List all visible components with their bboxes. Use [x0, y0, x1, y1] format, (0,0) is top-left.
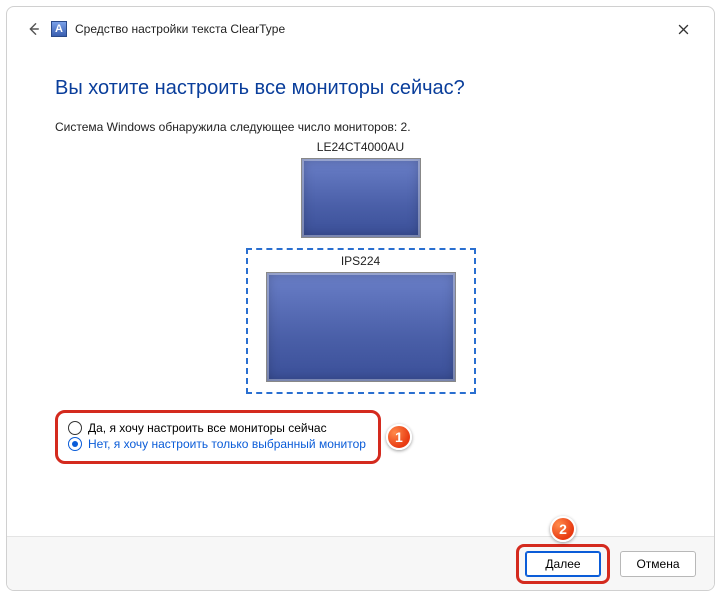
annotation-marker-2: 2 — [550, 516, 576, 542]
annotation-marker-1: 1 — [386, 424, 412, 450]
cancel-button[interactable]: Отмена — [620, 551, 696, 577]
back-arrow-icon[interactable] — [25, 21, 41, 37]
monitor-list: LE24CT4000AU IPS224 — [55, 140, 666, 394]
option-label: Нет, я хочу настроить только выбранный м… — [88, 437, 366, 451]
monitor-icon — [266, 272, 456, 382]
radio-icon — [68, 421, 82, 435]
monitor-item[interactable]: LE24CT4000AU — [301, 140, 421, 238]
page-heading: Вы хотите настроить все мониторы сейчас? — [55, 77, 666, 100]
close-button[interactable] — [662, 15, 704, 43]
radio-icon — [68, 437, 82, 451]
titlebar: A Средство настройки текста ClearType — [7, 7, 714, 51]
page-subtext: Система Windows обнаружила следующее чис… — [55, 120, 666, 134]
wizard-window: A Средство настройки текста ClearType Вы… — [6, 6, 715, 591]
option-tune-selected[interactable]: Нет, я хочу настроить только выбранный м… — [68, 437, 366, 451]
monitor-label: IPS224 — [266, 254, 456, 268]
content-area: Вы хотите настроить все мониторы сейчас?… — [7, 51, 714, 536]
monitor-label: LE24CT4000AU — [301, 140, 421, 154]
monitor-item-selected[interactable]: IPS224 — [246, 248, 476, 394]
window-title: Средство настройки текста ClearType — [75, 22, 285, 36]
next-button-highlight: 2 Далее — [516, 544, 610, 584]
monitor-icon — [301, 158, 421, 238]
tune-options-group: Да, я хочу настроить все мониторы сейчас… — [55, 410, 381, 464]
option-tune-all[interactable]: Да, я хочу настроить все мониторы сейчас — [68, 421, 366, 435]
next-button[interactable]: Далее — [525, 551, 601, 577]
cleartype-app-icon: A — [51, 21, 67, 37]
option-label: Да, я хочу настроить все мониторы сейчас — [88, 421, 327, 435]
wizard-footer: 2 Далее Отмена — [7, 536, 714, 590]
